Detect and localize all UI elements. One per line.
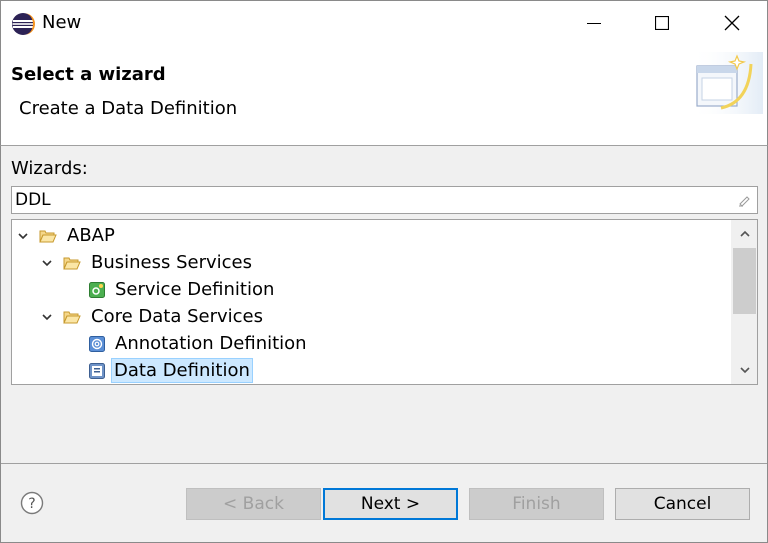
minimize-button[interactable] — [571, 1, 617, 45]
tree-item-label: Data Definition — [111, 358, 253, 383]
folder-open-icon — [63, 311, 81, 323]
cancel-button[interactable]: Cancel — [615, 488, 750, 520]
annotation-definition-icon — [89, 335, 105, 352]
chevron-down-icon[interactable] — [41, 311, 53, 323]
next-button[interactable]: Next > — [323, 488, 458, 520]
chevron-down-icon[interactable] — [41, 257, 53, 269]
data-definition-icon — [89, 362, 105, 379]
maximize-icon — [655, 16, 669, 30]
folder-open-icon — [63, 257, 81, 269]
chevron-up-icon — [739, 230, 750, 237]
close-button[interactable] — [709, 1, 755, 45]
svg-text:?: ? — [28, 496, 35, 512]
scroll-down-button[interactable] — [732, 358, 757, 382]
finish-button[interactable]: Finish — [469, 488, 604, 520]
chevron-down-icon — [739, 367, 750, 374]
tree-item-core-data-services[interactable]: Core Data Services — [41, 303, 267, 330]
wizard-header: Select a wizard Create a Data Definition — [0, 44, 768, 146]
chevron-down-icon[interactable] — [17, 230, 29, 242]
back-button[interactable]: < Back — [186, 488, 321, 520]
help-icon[interactable]: ? — [20, 491, 44, 515]
wizards-label: Wizards: — [11, 158, 88, 179]
title-bar: New — [0, 0, 768, 44]
tree-item-label: Business Services — [91, 252, 252, 273]
eclipse-icon — [12, 13, 35, 35]
tree-item-annotation-definition[interactable]: Annotation Definition — [89, 330, 311, 357]
new-wizard-banner-icon — [691, 52, 763, 114]
tree-item-label: Service Definition — [115, 279, 275, 300]
maximize-button[interactable] — [639, 1, 685, 45]
close-icon — [724, 15, 740, 31]
wizard-filter-field[interactable] — [11, 186, 758, 214]
tree-item-abap[interactable]: ABAP — [17, 222, 119, 249]
scrollbar-thumb[interactable] — [733, 248, 756, 314]
header-description: Create a Data Definition — [19, 98, 238, 119]
footer-separator — [1, 463, 767, 464]
tree-item-data-definition[interactable]: Data Definition — [89, 357, 253, 384]
scroll-up-button[interactable] — [732, 222, 757, 246]
clear-filter-icon[interactable] — [737, 193, 751, 207]
wizard-tree[interactable]: ABAP Business Services Service Definitio… — [11, 219, 758, 385]
tree-item-business-services[interactable]: Business Services — [41, 249, 256, 276]
service-definition-icon — [89, 281, 105, 298]
folder-open-icon — [39, 230, 57, 242]
header-title: Select a wizard — [11, 64, 166, 85]
tree-item-label: Annotation Definition — [115, 333, 307, 354]
window-title: New — [42, 12, 82, 33]
tree-item-label: ABAP — [67, 225, 115, 246]
tree-item-service-definition[interactable]: Service Definition — [89, 276, 278, 303]
tree-item-label: Core Data Services — [91, 306, 263, 327]
wizard-filter-input[interactable] — [15, 189, 725, 211]
minimize-icon — [587, 23, 601, 24]
tree-vertical-scrollbar[interactable] — [731, 220, 757, 384]
